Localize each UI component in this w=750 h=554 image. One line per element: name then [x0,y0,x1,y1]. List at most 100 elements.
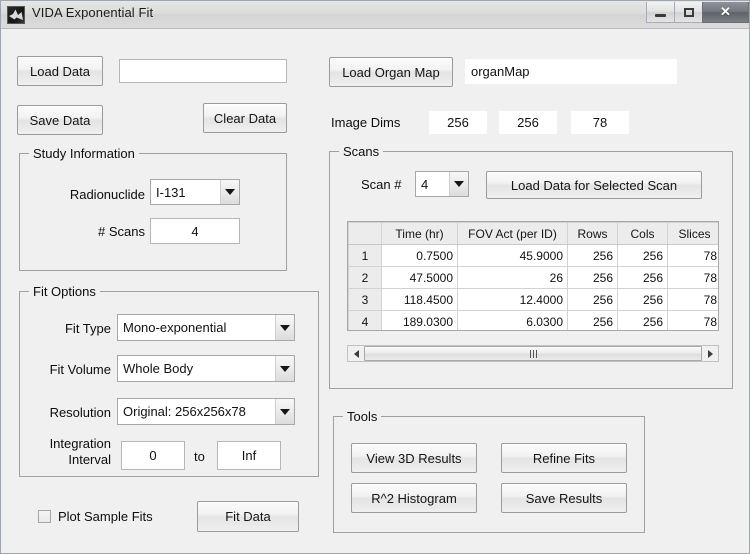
cell-cols[interactable]: 256 [617,310,668,330]
cell-rows[interactable]: 256 [567,310,618,330]
row-index: 2 [348,266,382,289]
cell-slices[interactable]: 78 [667,310,718,330]
save-data-button[interactable]: Save Data [17,105,103,135]
r2-histogram-button[interactable]: R^2 Histogram [351,483,477,513]
column-header-fov-act[interactable]: FOV Act (per ID) [457,222,568,245]
cell-rows[interactable]: 256 [567,244,618,267]
cell-time[interactable]: 189.0300 [381,310,458,330]
resolution-value: Original: 256x256x78 [123,404,246,419]
cell-time[interactable]: 47.5000 [381,266,458,289]
cell-fov-act[interactable]: 45.9000 [457,244,568,267]
study-information-title: Study Information [29,146,139,161]
image-dims-label: Image Dims [331,115,401,130]
cell-cols[interactable]: 256 [617,266,668,289]
table-row[interactable]: 4 189.0300 6.0300 256 256 78 [348,310,718,330]
save-results-button[interactable]: Save Results [501,483,627,513]
tools-group: Tools [333,409,645,533]
fit-type-label: Fit Type [64,321,111,336]
fit-volume-label: Fit Volume [49,362,111,377]
study-information-group: Study Information [19,146,287,271]
plot-sample-fits-checkbox[interactable] [38,510,51,523]
table-row[interactable]: 2 47.5000 26 256 256 78 [348,266,718,289]
cell-slices[interactable]: 78 [667,244,718,267]
resolution-label: Resolution [49,405,111,420]
scans-table-grid: Time (hr) FOV Act (per ID) Rows Cols Sli… [348,222,718,330]
tools-title: Tools [343,409,382,424]
window-title: VIDA Exponential Fit [32,5,154,20]
table-horizontal-scrollbar[interactable] [347,345,719,362]
column-header-index[interactable] [348,222,382,245]
organ-map-input[interactable] [465,59,677,84]
num-scans-label: # Scans [98,224,145,239]
cell-rows[interactable]: 256 [567,266,618,289]
scan-number-label: Scan # [361,177,402,192]
cell-time[interactable]: 118.4500 [381,288,458,311]
resolution-select[interactable]: Original: 256x256x78 [117,398,295,425]
fit-volume-select[interactable]: Whole Body [117,355,295,382]
chevron-down-icon[interactable] [449,172,468,196]
cell-fov-act[interactable]: 12.4000 [457,288,568,311]
fit-type-value: Mono-exponential [123,320,227,335]
clear-data-button[interactable]: Clear Data [203,103,287,133]
view-3d-results-button[interactable]: View 3D Results [351,443,477,473]
chevron-down-icon[interactable] [220,180,239,204]
close-icon: ✕ [720,4,731,19]
chevron-down-icon[interactable] [275,356,294,381]
cell-fov-act[interactable]: 26 [457,266,568,289]
image-dim-rows[interactable]: 256 [429,111,487,134]
column-header-cols[interactable]: Cols [617,222,668,245]
table-row[interactable]: 3 118.4500 12.4000 256 256 78 [348,288,718,311]
matlab-icon [7,6,25,24]
chevron-down-icon[interactable] [275,315,294,340]
scrollbar-thumb[interactable] [364,346,702,361]
scans-title: Scans [339,144,384,159]
load-organ-map-button[interactable]: Load Organ Map [329,57,453,87]
data-path-input[interactable] [119,59,287,83]
row-index: 4 [348,310,382,330]
cell-time[interactable]: 0.7500 [381,244,458,267]
title-bar: VIDA Exponential Fit ✕ [1,1,749,29]
image-dim-slices[interactable]: 78 [571,111,629,134]
num-scans-input[interactable]: 4 [150,218,240,244]
maximize-button[interactable] [674,2,703,23]
table-row[interactable]: 1 0.7500 45.9000 256 256 78 [348,244,718,267]
cell-slices[interactable]: 78 [667,288,718,311]
scans-table[interactable]: Time (hr) FOV Act (per ID) Rows Cols Sli… [347,221,719,331]
cell-fov-act[interactable]: 6.0300 [457,310,568,330]
integration-interval-label-line1: Integration [49,436,111,451]
column-header-slices[interactable]: Slices [667,222,718,245]
cell-cols[interactable]: 256 [617,288,668,311]
window-controls: ✕ [646,1,749,24]
minimize-button[interactable] [646,2,675,23]
scroll-right-icon[interactable] [702,346,718,361]
table-header-row: Time (hr) FOV Act (per ID) Rows Cols Sli… [348,222,718,245]
fit-volume-value: Whole Body [123,361,194,376]
image-dim-cols[interactable]: 256 [499,111,557,134]
cell-rows[interactable]: 256 [567,288,618,311]
fit-type-select[interactable]: Mono-exponential [117,314,295,341]
cell-slices[interactable]: 78 [667,266,718,289]
radionuclide-value: I-131 [156,184,186,200]
scrollbar-track[interactable] [364,346,702,361]
fit-data-button[interactable]: Fit Data [197,501,299,532]
radionuclide-select[interactable]: I-131 [150,179,240,205]
scan-number-select[interactable]: 4 [415,171,469,197]
fit-options-title: Fit Options [29,284,100,299]
cell-cols[interactable]: 256 [617,244,668,267]
integration-interval-label-line2: Interval [68,452,111,467]
refine-fits-button[interactable]: Refine Fits [501,443,627,473]
integration-to-input[interactable]: Inf [217,441,281,470]
maximize-icon [675,2,702,22]
column-header-rows[interactable]: Rows [567,222,618,245]
load-data-for-selected-scan-button[interactable]: Load Data for Selected Scan [486,171,702,199]
row-index: 1 [348,244,382,267]
scrollbar-grip-icon [529,349,537,358]
column-header-time[interactable]: Time (hr) [381,222,458,245]
scroll-left-icon[interactable] [348,346,364,361]
application-window: VIDA Exponential Fit ✕ Load Data Save Da… [0,0,750,554]
close-button[interactable]: ✕ [702,2,749,23]
plot-sample-fits-label: Plot Sample Fits [58,509,153,524]
chevron-down-icon[interactable] [275,399,294,424]
integration-from-input[interactable]: 0 [121,441,185,470]
load-data-button[interactable]: Load Data [17,56,103,86]
